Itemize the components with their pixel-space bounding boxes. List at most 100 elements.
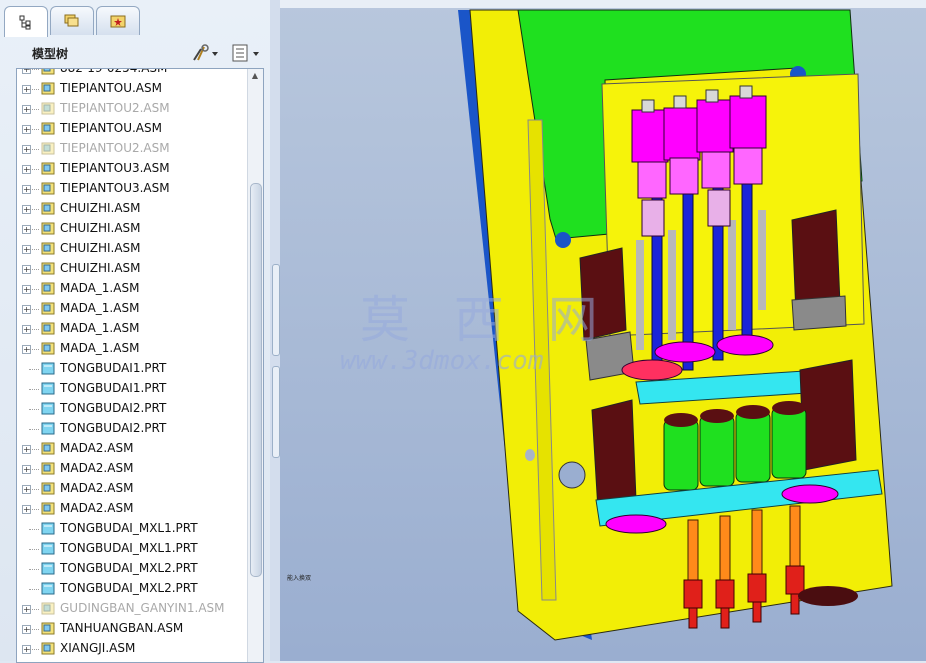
tree-item[interactable]: + CHUIZHI.ASM — [17, 239, 245, 259]
tree-item-label: TONGBUDAI_MXL2.PRT — [60, 561, 198, 575]
folder-browser-icon — [64, 14, 79, 27]
tree-item-label: TONGBUDAI_MXL1.PRT — [60, 541, 198, 555]
tree-item-label: TIEPIANTOU.ASM — [60, 121, 162, 135]
tree-connector — [29, 289, 39, 290]
assembly-icon — [41, 69, 55, 75]
watermark-url: www.3dmox.com — [340, 346, 544, 376]
tree-item[interactable]: + XIANGJI.ASM — [17, 639, 245, 659]
model-tree-header: 模型树 — [8, 40, 264, 66]
tree-connector — [29, 69, 39, 70]
tree-connector — [29, 409, 39, 410]
tools-icon — [193, 44, 218, 61]
assembly-icon — [41, 462, 55, 475]
tree-item[interactable]: +TONGBUDAI_MXL1.PRT — [17, 539, 245, 559]
part-icon — [41, 582, 55, 595]
assembly-icon — [41, 222, 55, 235]
tree-item[interactable]: +TONGBUDAI2.PRT — [17, 399, 245, 419]
assembly-icon — [41, 122, 55, 135]
assembly-icon — [41, 642, 55, 655]
tree-settings-button[interactable] — [190, 42, 224, 64]
tree-item[interactable]: +TONGBUDAI1.PRT — [17, 379, 245, 399]
tree-item-label: TIEPIANTOU2.ASM — [60, 101, 170, 115]
assembly-icon — [41, 602, 55, 615]
tree-scrollbar[interactable]: ▲ — [247, 69, 263, 662]
panel-splitter[interactable] — [270, 0, 280, 661]
model-tree-panel: 模型树 +882-19-0254.ASM + TIEPIANTOU.ASM + TIEP… — [0, 0, 271, 663]
tree-item[interactable]: +TONGBUDAI1.PRT — [17, 359, 245, 379]
splitter-grip-bottom[interactable] — [272, 366, 280, 458]
tree-item-label: TIEPIANTOU2.ASM — [60, 141, 170, 155]
tree-item[interactable]: + MADA_1.ASM — [17, 279, 245, 299]
part-icon — [41, 382, 55, 395]
tree-connector — [29, 109, 39, 110]
tree-item[interactable]: + MADA_1.ASM — [17, 339, 245, 359]
favorites-icon — [110, 15, 126, 28]
assembly-icon — [41, 102, 55, 115]
tree-item[interactable]: + CHUIZHI.ASM — [17, 259, 245, 279]
tree-item[interactable]: + MADA2.ASM — [17, 439, 245, 459]
tree-item-label: TANHUANGBAN.ASM — [60, 621, 184, 635]
tree-connector — [29, 589, 39, 590]
tree-item-label: MADA_1.ASM — [60, 321, 140, 335]
tree-item[interactable]: + MADA2.ASM — [17, 499, 245, 519]
tree-item[interactable]: + TIEPIANTOU.ASM — [17, 119, 245, 139]
tab-folder-browser[interactable] — [50, 6, 94, 35]
tree-item[interactable]: + TIEPIANTOU2.ASM — [17, 99, 245, 119]
assembly-icon — [41, 482, 55, 495]
graphics-viewport[interactable]: 莫 西 网 www.3dmox.com 能入换双 — [280, 0, 926, 661]
tree-item-label: MADA_1.ASM — [60, 301, 140, 315]
tree-item-label: MADA2.ASM — [60, 461, 134, 475]
tree-item[interactable]: +882-19-0254.ASM — [17, 69, 245, 79]
tree-connector — [29, 649, 39, 650]
tree-item[interactable]: + GUDINGBAN_GANYIN1.ASM — [17, 599, 245, 619]
tree-connector — [29, 509, 39, 510]
tree-item[interactable]: + TIEPIANTOU3.ASM — [17, 179, 245, 199]
tree-item-label: GUDINGBAN_GANYIN1.ASM — [60, 601, 225, 615]
tree-connector — [29, 529, 39, 530]
scroll-up-arrow-icon[interactable]: ▲ — [250, 71, 260, 81]
tree-item[interactable]: + CHUIZHI.ASM — [17, 219, 245, 239]
tree-item-label: TONGBUDAI2.PRT — [60, 401, 167, 415]
list-settings-icon — [232, 44, 259, 62]
tree-item-label: TONGBUDAI1.PRT — [60, 381, 167, 395]
tab-model-tree[interactable] — [4, 6, 48, 37]
assembly-icon — [41, 82, 55, 95]
tree-item[interactable]: +TONGBUDAI_MXL2.PRT — [17, 559, 245, 579]
scrollbar-thumb[interactable] — [250, 183, 262, 577]
assembly-icon — [41, 182, 55, 195]
tree-item[interactable]: + TIEPIANTOU.ASM — [17, 79, 245, 99]
assembly-icon — [41, 442, 55, 455]
viewport-status-text: 能入换双 — [287, 575, 312, 582]
tab-favorites[interactable] — [96, 6, 140, 35]
assembly-icon — [41, 162, 55, 175]
assembly-icon — [41, 322, 55, 335]
tree-item-label: TIEPIANTOU3.ASM — [60, 181, 170, 195]
tree-item[interactable]: + MADA_1.ASM — [17, 319, 245, 339]
tree-connector — [29, 429, 39, 430]
model-tree-list[interactable]: +882-19-0254.ASM + TIEPIANTOU.ASM + TIEPIANT… — [16, 68, 264, 663]
tree-show-button[interactable] — [230, 42, 264, 64]
tree-item[interactable]: +TONGBUDAI2.PRT — [17, 419, 245, 439]
tree-item-label: MADA2.ASM — [60, 481, 134, 495]
tree-connector — [29, 349, 39, 350]
tree-item[interactable]: +TONGBUDAI_MXL1.PRT — [17, 519, 245, 539]
tree-item-label: MADA_1.ASM — [60, 341, 140, 355]
tree-item[interactable]: + MADA_1.ASM — [17, 299, 245, 319]
part-icon — [41, 362, 55, 375]
tree-item-label: TONGBUDAI1.PRT — [60, 361, 167, 375]
tree-connector — [29, 369, 39, 370]
tree-item[interactable]: + MADA2.ASM — [17, 479, 245, 499]
tree-item[interactable]: + TIEPIANTOU2.ASM — [17, 139, 245, 159]
tree-item[interactable]: +TONGBUDAI_MXL2.PRT — [17, 579, 245, 599]
tree-item-label: CHUIZHI.ASM — [60, 221, 141, 235]
tree-item[interactable]: + TANHUANGBAN.ASM — [17, 619, 245, 639]
tree-item[interactable]: + MADA2.ASM — [17, 459, 245, 479]
tree-item[interactable]: + CHUIZHI.ASM — [17, 199, 245, 219]
tree-connector — [29, 249, 39, 250]
assembly-icon — [41, 242, 55, 255]
tree-connector — [29, 149, 39, 150]
splitter-grip-top[interactable] — [272, 264, 280, 356]
tree-item-label: CHUIZHI.ASM — [60, 201, 141, 215]
tree-item[interactable]: + TIEPIANTOU3.ASM — [17, 159, 245, 179]
tree-connector — [29, 229, 39, 230]
